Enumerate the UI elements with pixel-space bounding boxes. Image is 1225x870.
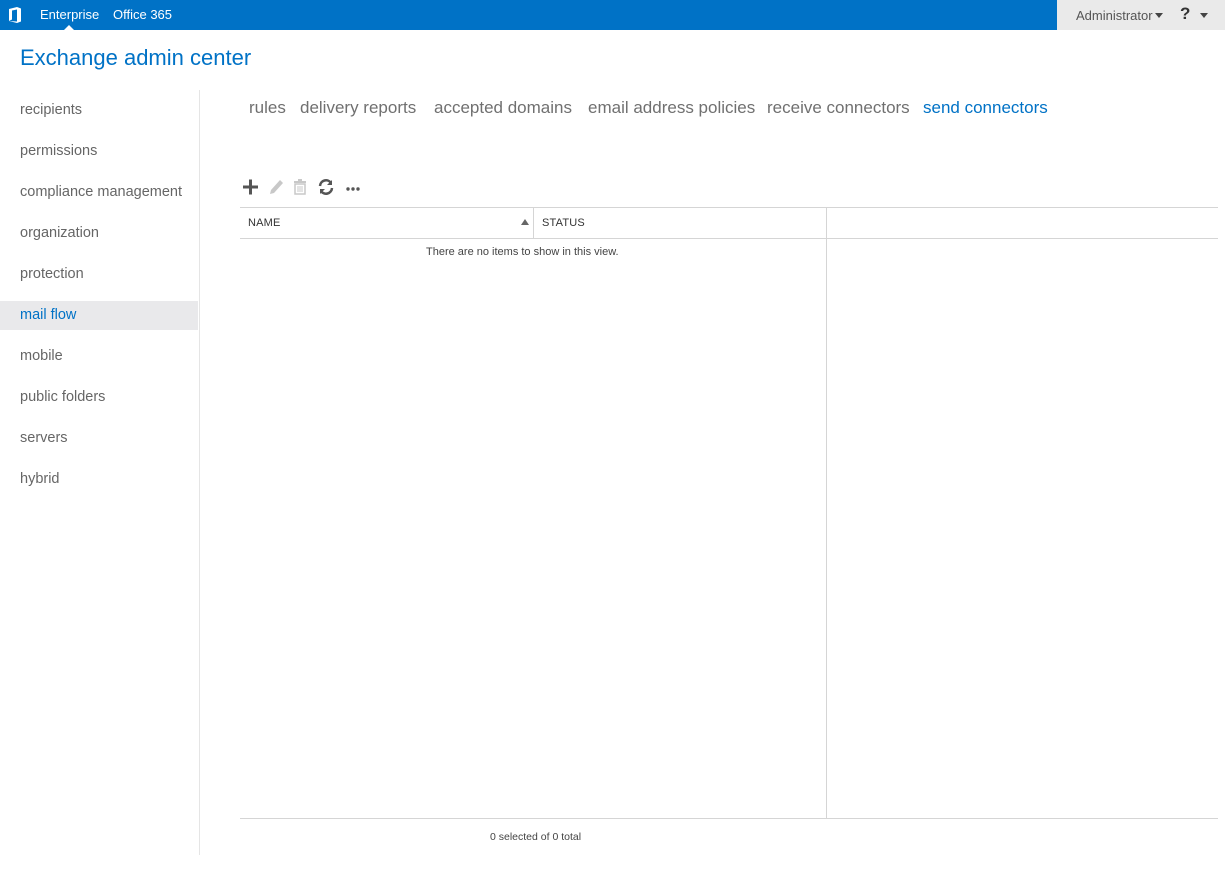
send-connectors-list: NAME STATUS There are no items to show i… xyxy=(240,207,1218,819)
tab-delivery-reports[interactable]: delivery reports xyxy=(300,98,416,118)
edit-icon[interactable] xyxy=(266,176,286,198)
sidebar-item-public-folders[interactable]: public folders xyxy=(0,383,198,412)
grid-top-border xyxy=(240,207,1218,208)
app-title: Exchange admin center xyxy=(20,45,252,70)
sidebar-item-permissions[interactable]: permissions xyxy=(0,137,198,166)
help-icon[interactable]: ? xyxy=(1180,4,1190,24)
sidebar: recipients permissions compliance manage… xyxy=(0,90,200,855)
sidebar-item-mail-flow[interactable]: mail flow xyxy=(0,301,198,330)
column-header-status[interactable]: STATUS xyxy=(542,217,585,229)
sidebar-item-recipients[interactable]: recipients xyxy=(0,96,198,125)
empty-list-message: There are no items to show in this view. xyxy=(426,246,619,258)
sidebar-item-hybrid[interactable]: hybrid xyxy=(0,465,198,494)
column-header-name[interactable]: NAME xyxy=(248,217,281,229)
sidebar-item-protection[interactable]: protection xyxy=(0,260,198,289)
sidebar-item-mobile[interactable]: mobile xyxy=(0,342,198,371)
user-menu[interactable]: Administrator xyxy=(1076,8,1153,23)
tab-email-address-policies[interactable]: email address policies xyxy=(588,98,755,118)
sort-ascending-icon[interactable] xyxy=(521,219,529,225)
sidebar-item-compliance-management[interactable]: compliance management xyxy=(0,178,198,207)
tab-rules[interactable]: rules xyxy=(249,98,286,118)
user-area: Administrator ? xyxy=(1057,0,1225,30)
nav-office-365[interactable]: Office 365 xyxy=(113,7,172,22)
tab-send-connectors[interactable]: send connectors xyxy=(923,98,1048,118)
sidebar-item-servers[interactable]: servers xyxy=(0,424,198,453)
chevron-down-icon[interactable] xyxy=(1155,13,1163,18)
office-logo-icon[interactable] xyxy=(6,6,24,24)
add-icon[interactable] xyxy=(241,176,261,198)
delete-icon[interactable] xyxy=(290,176,310,198)
tab-receive-connectors[interactable]: receive connectors xyxy=(767,98,910,118)
nav-enterprise[interactable]: Enterprise xyxy=(40,7,99,22)
refresh-icon[interactable] xyxy=(316,176,336,198)
sidebar-item-organization[interactable]: organization xyxy=(0,219,198,248)
details-pane xyxy=(827,239,1218,818)
grid-bottom-border xyxy=(240,818,1218,819)
selection-status: 0 selected of 0 total xyxy=(490,831,582,843)
chevron-down-icon[interactable] xyxy=(1200,13,1208,18)
column-divider xyxy=(533,207,534,238)
more-icon[interactable] xyxy=(344,176,364,198)
top-bar: Enterprise Office 365 Administrator ? xyxy=(0,0,1225,30)
active-nav-indicator xyxy=(64,25,74,30)
tab-accepted-domains[interactable]: accepted domains xyxy=(434,98,572,118)
